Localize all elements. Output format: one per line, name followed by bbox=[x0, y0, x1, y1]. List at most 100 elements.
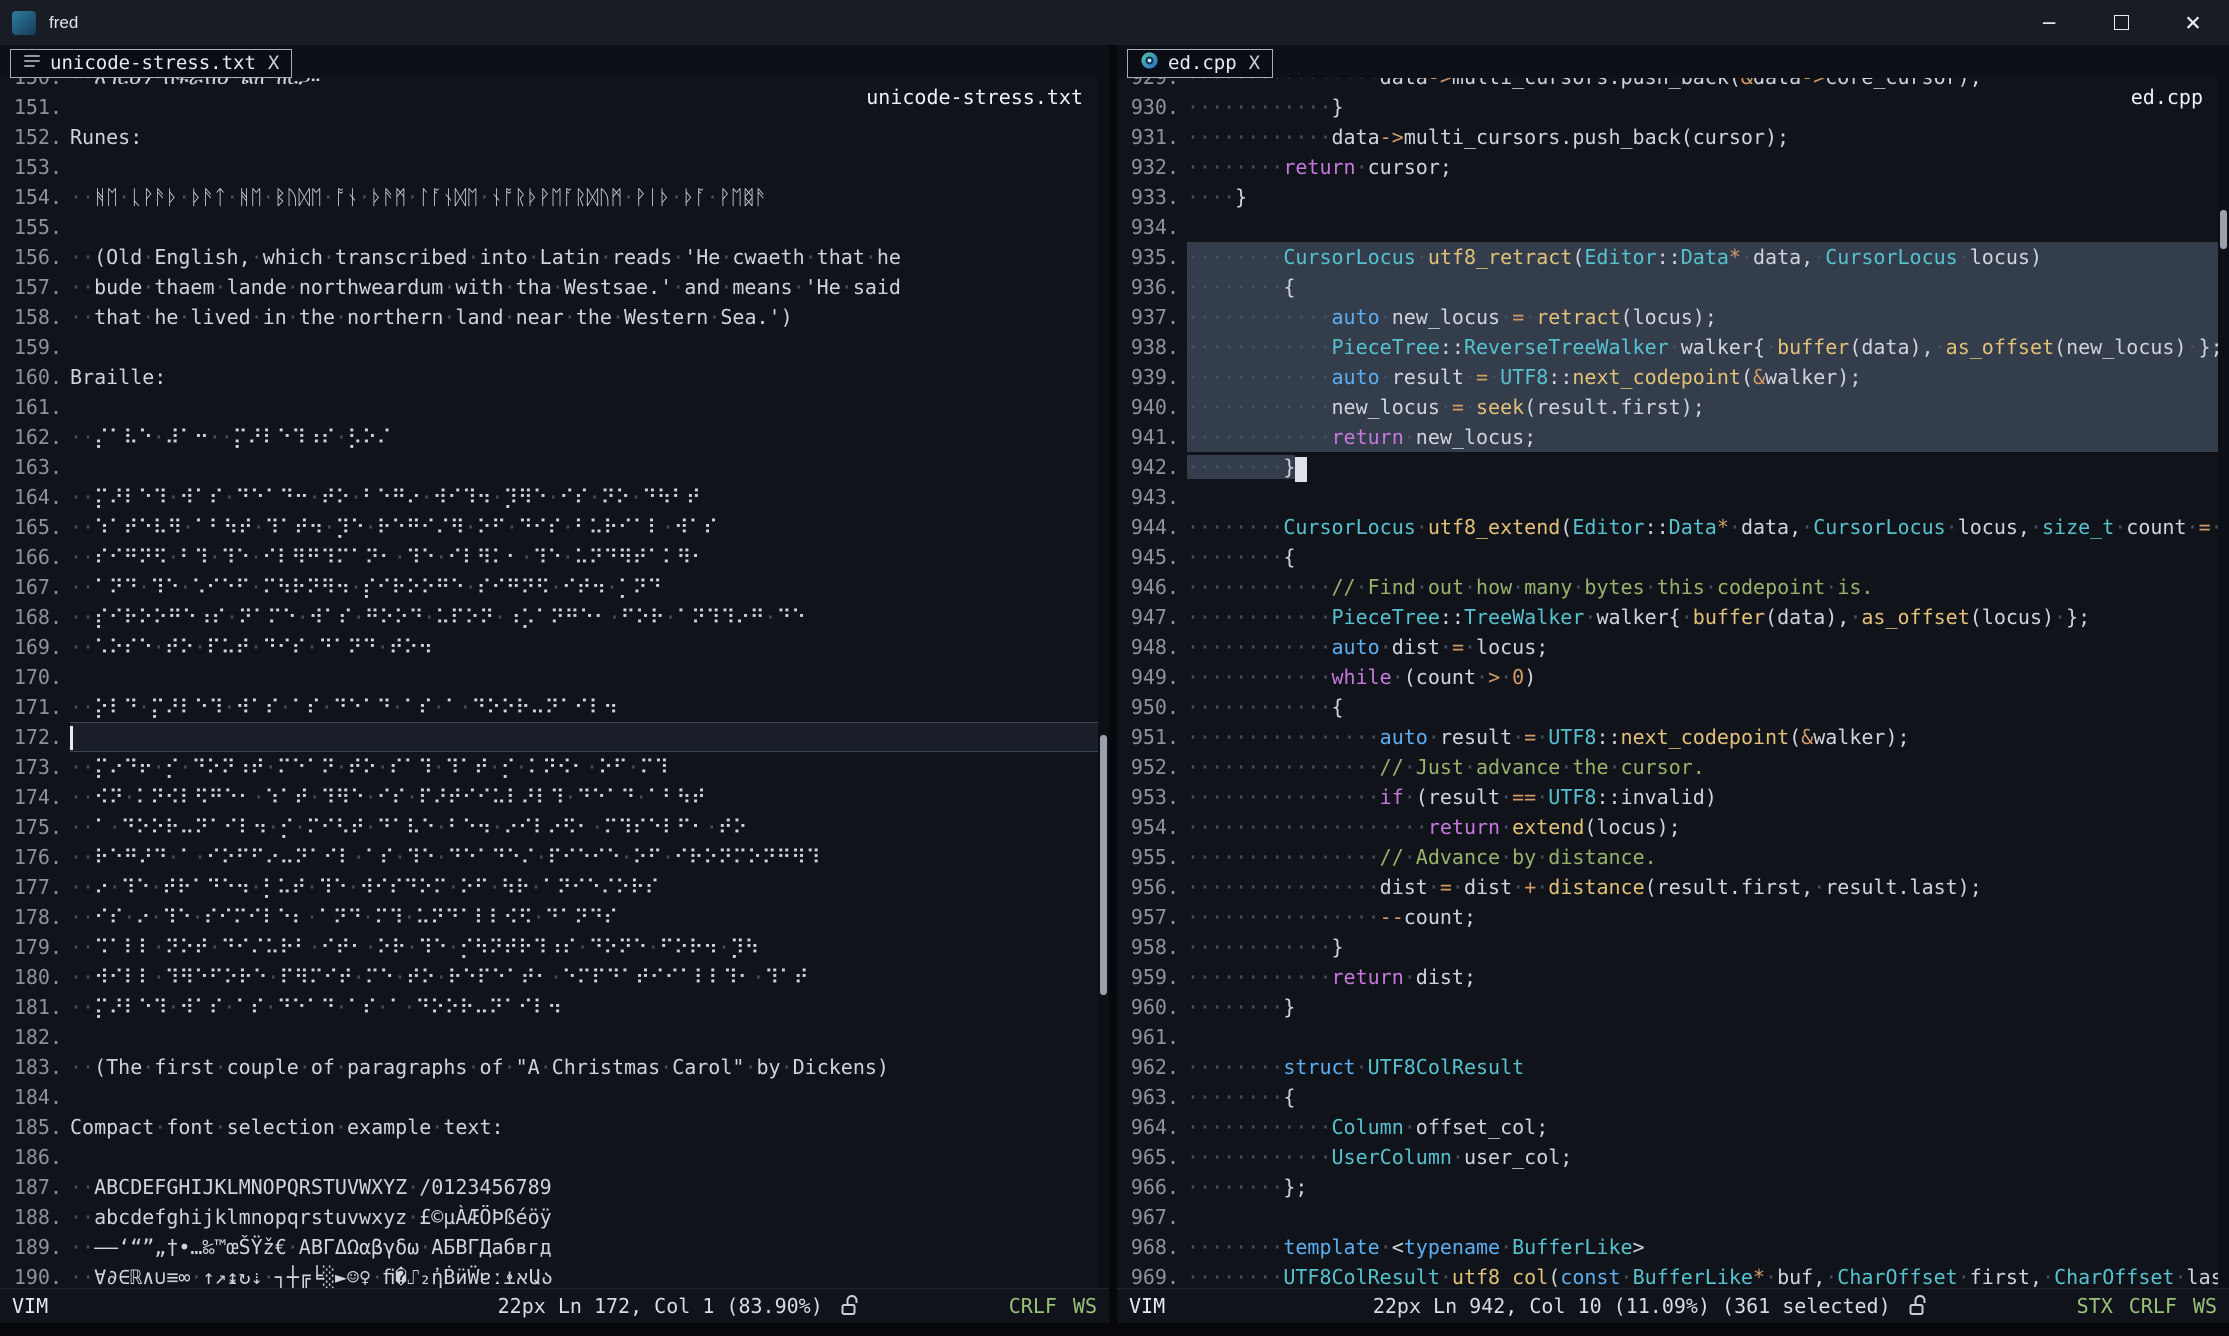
scrollbar-thumb[interactable] bbox=[2220, 210, 2227, 249]
line-text[interactable] bbox=[1187, 212, 2218, 242]
line-text[interactable]: ··ᚻᛖ·ᚳᚹᚫᚦ·ᚦᚫᛏ·ᚻᛖ·ᛒᚢᛞᛖ·ᚩᚾ·ᚦᚫᛗ·ᛚᚪᚾᛞᛖ·ᚾᚩᚱᚦᚹ… bbox=[70, 182, 1098, 212]
line-text[interactable]: ················if·(result·==·UTF8::inva… bbox=[1187, 782, 2218, 812]
line-text[interactable]: ····} bbox=[1187, 182, 2218, 212]
close-button[interactable]: × bbox=[2157, 0, 2229, 45]
line-text[interactable]: ············while·(count·>·0) bbox=[1187, 662, 2218, 692]
line-text[interactable] bbox=[1187, 482, 2218, 512]
editor-right[interactable]: 929.················data->multi_cursors.… bbox=[1117, 78, 2229, 1288]
line-text[interactable]: ············} bbox=[1187, 92, 2218, 122]
line-text[interactable]: ················data->multi_cursors.push… bbox=[1187, 78, 2218, 92]
line-text[interactable]: ················--count; bbox=[1187, 902, 2218, 932]
titlebar[interactable]: fred ─ × bbox=[0, 0, 2229, 45]
maximize-button[interactable] bbox=[2085, 0, 2157, 45]
line-text[interactable]: ··⠁⠝⠙·⠹⠑·⠡⠊⠑⠋·⠍⠳⠗⠝⠻⠲·⡎⠊⠗⠕⠕⠛⠑·⠎⠊⠛⠝⠫·⠊⠞⠲·⡁… bbox=[70, 572, 1098, 602]
editor-left[interactable]: 150.··እግርህን·በፍራሽህ·ልክ·ዘርጋ።151.152.Runes:1… bbox=[0, 78, 1109, 1288]
line-text[interactable]: ··⠎⠊⠛⠝⠫·⠃⠹·⠹⠑·⠊⠇⠻⠛⠹⠍⠁⠝⠂·⠹⠑·⠊⠇⠻⠅⠂·⠹⠑·⠥⠝⠙⠻… bbox=[70, 542, 1098, 572]
line-text[interactable]: ··⠔·⠹⠑·⠞⠗⠁⠙⠑⠲·⡃⠥⠞·⠹⠑·⠺⠊⠎⠙⠕⠍·⠕⠋·⠳⠗·⠁⠝⠊⠑⠌⠕… bbox=[70, 872, 1098, 902]
line-text[interactable]: ········struct·UTF8ColResult bbox=[1187, 1052, 2218, 1082]
tab-close-button[interactable]: X bbox=[1249, 52, 1260, 74]
scrollbar-thumb[interactable] bbox=[1100, 735, 1107, 995]
line-text[interactable]: ··⠊⠎·⠔·⠹⠑·⠎⠊⠍⠊⠇⠑⠆·⠁⠝⠙·⠍⠹·⠥⠝⠙⠁⠇⠇⠪⠫·⠙⠁⠝⠙⠎ bbox=[70, 902, 1098, 932]
line-text[interactable] bbox=[70, 452, 1098, 482]
line-text[interactable]: ··ABCDEFGHIJKLMNOPQRSTUVWXYZ·/0123456789 bbox=[70, 1172, 1098, 1202]
line-text[interactable]: ··⠱⠁⠞⠑⠧⠻·⠁⠃⠳⠞·⠹⠁⠞⠲·⡹⠑·⠗⠑⠛⠊⠌⠻·⠕⠋·⠙⠊⠎·⠃⠥⠗⠊… bbox=[70, 512, 1098, 542]
line-text[interactable]: ················auto·result·=·UTF8::next… bbox=[1187, 722, 2218, 752]
tab-close-button[interactable]: X bbox=[268, 52, 279, 74]
line-text[interactable] bbox=[70, 152, 1098, 182]
line-text[interactable]: ············PieceTree::TreeWalker·walker… bbox=[1187, 602, 2218, 632]
line-text[interactable]: ········} bbox=[1187, 452, 2218, 482]
line-text[interactable] bbox=[70, 392, 1098, 422]
line-number: 967. bbox=[1129, 1202, 1179, 1232]
line-text[interactable]: ············PieceTree::ReverseTreeWalker… bbox=[1187, 332, 2218, 362]
scrollbar-left[interactable] bbox=[1098, 78, 1109, 1288]
line-text[interactable]: ········return·cursor; bbox=[1187, 152, 2218, 182]
line-text[interactable]: ··that·he·lived·in·the·northern·land·nea… bbox=[70, 302, 1098, 332]
line-text[interactable]: Compact·font·selection·example·text: bbox=[70, 1112, 1098, 1142]
line-text[interactable]: ··bude·thaem·lande·northweardum·with·tha… bbox=[70, 272, 1098, 302]
line-text[interactable]: Runes: bbox=[70, 122, 1098, 152]
line-text[interactable]: ··⡎⠊⠗⠕⠕⠛⠑⠰⠎·⠝⠁⠍⠑·⠺⠁⠎·⠛⠕⠕⠙·⠥⠏⠕⠝·⠰⡡⠁⠝⠛⠑⠂·⠋… bbox=[70, 602, 1098, 632]
line-text[interactable]: ········CursorLocus·utf8_extend(Editor::… bbox=[1187, 512, 2218, 542]
code-line: 938.············PieceTree::ReverseTreeWa… bbox=[1129, 332, 2218, 362]
code-line: 934. bbox=[1129, 212, 2218, 242]
line-text[interactable]: ··(The·first·couple·of·paragraphs·of·"A·… bbox=[70, 1052, 1098, 1082]
line-text[interactable]: ················//·Advance·by·distance. bbox=[1187, 842, 2218, 872]
line-text[interactable]: ········CursorLocus·utf8_retract(Editor:… bbox=[1187, 242, 2218, 272]
line-text[interactable]: ··⠩⠁⠇⠇·⠝⠕⠞·⠙⠊⠌⠥⠗⠃·⠊⠞⠂·⠕⠗·⠹⠑·⡊⠳⠝⠞⠗⠹⠰⠎·⠙⠕⠝… bbox=[70, 932, 1098, 962]
line-text[interactable] bbox=[70, 332, 1098, 362]
line-text[interactable]: ············{ bbox=[1187, 692, 2218, 722]
line-text[interactable]: ············auto·result·=·UTF8::next_cod… bbox=[1187, 362, 2218, 392]
line-text[interactable]: ··⡕⠇⠙·⡍⠜⠇⠑⠹·⠺⠁⠎·⠁⠎·⠙⠑⠁⠙·⠁⠎·⠁·⠙⠕⠕⠗⠤⠝⠁⠊⠇⠲ bbox=[70, 692, 1098, 722]
line-text[interactable]: ········template·<typename·BufferLike> bbox=[1187, 1232, 2218, 1262]
line-text[interactable]: ··⡍⠔⠙⠖·⡊·⠙⠕⠝⠰⠞·⠍⠑⠁⠝·⠞⠕·⠎⠁⠹·⠹⠁⠞·⡊·⠅⠝⠪⠂·⠕⠋… bbox=[70, 752, 1098, 782]
line-text[interactable]: ············//·Find·out·how·many·bytes·t… bbox=[1187, 572, 2218, 602]
line-text[interactable]: ··⡌⠁⠧⠑·⠼⠁⠒··⡍⠜⠇⠑⠹⠰⠎·⡣⠕⠌ bbox=[70, 422, 1098, 452]
line-text[interactable]: ················dist·=·dist·+·distance(r… bbox=[1187, 872, 2218, 902]
line-text[interactable]: Braille: bbox=[70, 362, 1098, 392]
line-text[interactable] bbox=[70, 1142, 1098, 1172]
text-file-icon bbox=[23, 52, 41, 75]
line-text[interactable]: ············auto·dist·=·locus; bbox=[1187, 632, 2218, 662]
tab-unicode-stress[interactable]: unicode-stress.txt X bbox=[10, 49, 292, 78]
line-text[interactable] bbox=[70, 1082, 1098, 1112]
line-text[interactable]: ············new_locus·=·seek(result.firs… bbox=[1187, 392, 2218, 422]
scrollbar-right[interactable] bbox=[2218, 78, 2229, 1288]
pane-divider[interactable] bbox=[1109, 45, 1117, 1323]
line-text[interactable]: ········} bbox=[1187, 992, 2218, 1022]
line-text[interactable] bbox=[70, 1022, 1098, 1052]
line-text[interactable]: ············return·dist; bbox=[1187, 962, 2218, 992]
line-text[interactable]: ············Column·offset_col; bbox=[1187, 1112, 2218, 1142]
line-text[interactable]: ····················return·extend(locus)… bbox=[1187, 812, 2218, 842]
line-text[interactable]: ············auto·new_locus·=·retract(loc… bbox=[1187, 302, 2218, 332]
line-text[interactable]: ··abcdefghijklmnopqrstuvwxyz·£©µÀÆÖÞßéöÿ bbox=[70, 1202, 1098, 1232]
line-text[interactable]: ················//·Just·advance·the·curs… bbox=[1187, 752, 2218, 782]
line-text[interactable] bbox=[70, 722, 1098, 752]
line-text[interactable] bbox=[70, 212, 1098, 242]
line-text[interactable]: ············UserColumn·user_col; bbox=[1187, 1142, 2218, 1172]
line-text[interactable]: ··∀∂∈ℝ∧∪≡∞·↑↗↨↻⇣·┐┼╔╘░►☺♀·ﬁ�⑀₂ἠḂӥẄɐː⍎אԱა bbox=[70, 1262, 1098, 1288]
line-text[interactable] bbox=[1187, 1022, 2218, 1052]
line-number: 182. bbox=[12, 1022, 62, 1052]
line-text[interactable]: ··⠡⠕⠎⠑·⠞⠕·⠏⠥⠞·⠙⠊⠎·⠙⠁⠝⠙·⠞⠕⠲ bbox=[70, 632, 1098, 662]
line-text[interactable]: ··⡍⠜⠇⠑⠹·⠺⠁⠎·⠙⠑⠁⠙⠒·⠞⠕·⠃⠑⠛⠔·⠺⠊⠹⠲·⡹⠻⠑·⠊⠎·⠝⠕… bbox=[70, 482, 1098, 512]
line-text[interactable]: ··–—‘“”„†•…‰™œŠŸž€·ΑΒΓΔΩαβγδω·АБВГДабвгд bbox=[70, 1232, 1098, 1262]
tab-ed-cpp[interactable]: ed.cpp X bbox=[1127, 49, 1273, 78]
line-text[interactable]: ··⠺⠊⠇⠇·⠹⠻⠑⠋⠕⠗⠑·⠏⠻⠍⠊⠞·⠍⠑·⠞⠕·⠗⠑⠏⠑⠁⠞⠂·⠑⠍⠏⠙⠁… bbox=[70, 962, 1098, 992]
line-text[interactable]: ········UTF8ColResult·utf8_col(const·Buf… bbox=[1187, 1262, 2218, 1288]
line-text[interactable]: ········}; bbox=[1187, 1172, 2218, 1202]
line-text[interactable]: ··(Old·English,·which·transcribed·into·L… bbox=[70, 242, 1098, 272]
line-text[interactable]: ········{ bbox=[1187, 1082, 2218, 1112]
line-text[interactable] bbox=[1187, 1202, 2218, 1232]
line-text[interactable]: ··⠗⠑⠛⠜⠙·⠁·⠊⠕⠋⠋⠔⠤⠝⠁⠊⠇·⠁⠎·⠹⠑·⠙⠑⠁⠙⠑⠌·⠏⠊⠑⠊⠑·… bbox=[70, 842, 1098, 872]
line-text[interactable]: ··⠪⠝·⠅⠝⠪⠇⠫⠛⠑⠂·⠱⠁⠞·⠹⠻⠑·⠊⠎·⠏⠜⠞⠊⠊⠥⠇⠜⠇⠹·⠙⠑⠁⠙… bbox=[70, 782, 1098, 812]
line-text[interactable]: ··⠁·⠙⠕⠕⠗⠤⠝⠁⠊⠇⠲·⡊·⠍⠊⠣⠞·⠙⠁⠧⠑·⠃⠑⠲·⠔⠊⠇⠔⠫⠂·⠍⠹… bbox=[70, 812, 1098, 842]
line-text[interactable]: ········{ bbox=[1187, 542, 2218, 572]
line-text[interactable]: ············data->multi_cursors.push_bac… bbox=[1187, 122, 2218, 152]
line-text[interactable]: ··⡍⠜⠇⠑⠹·⠺⠁⠎·⠁⠎·⠙⠑⠁⠙·⠁⠎·⠁·⠙⠕⠕⠗⠤⠝⠁⠊⠇⠲ bbox=[70, 992, 1098, 1022]
line-text[interactable] bbox=[70, 662, 1098, 692]
minimize-button[interactable]: ─ bbox=[2013, 0, 2085, 45]
line-text[interactable]: ············} bbox=[1187, 932, 2218, 962]
line-text[interactable]: ········{ bbox=[1187, 272, 2218, 302]
line-text[interactable]: ············return·new_locus; bbox=[1187, 422, 2218, 452]
